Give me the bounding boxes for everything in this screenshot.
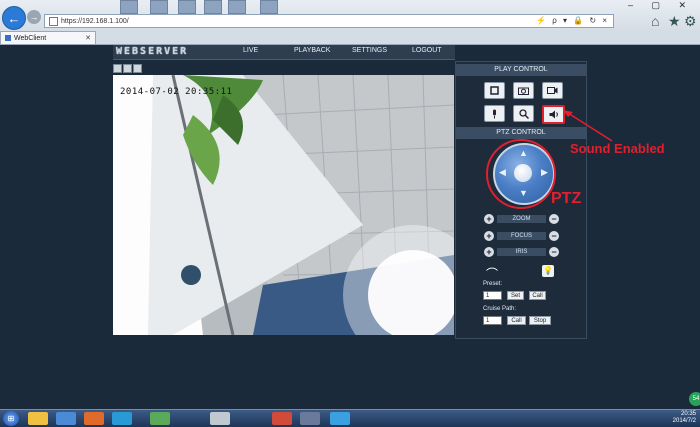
cruise-path-value: 1 bbox=[486, 318, 490, 324]
desktop-icon bbox=[120, 0, 138, 14]
iris-minus-button[interactable]: − bbox=[549, 247, 559, 257]
window-controls[interactable]: – ▢ ✕ bbox=[628, 0, 694, 11]
clock-time: 20:35 bbox=[680, 411, 696, 417]
windows-logo-icon: ⊞ bbox=[7, 414, 15, 423]
camera-icon bbox=[518, 87, 529, 95]
preset-input[interactable]: 1 bbox=[483, 291, 502, 300]
zoom-out-button[interactable]: − bbox=[549, 214, 559, 224]
pan-right-icon[interactable]: ▶ bbox=[541, 167, 548, 178]
taskbar-app-icon[interactable] bbox=[210, 412, 230, 425]
pan-up-icon[interactable]: ▲ bbox=[519, 148, 528, 158]
ptz-center-button[interactable] bbox=[514, 164, 532, 182]
taskbar-clock[interactable]: 20:35 2014/7/2 bbox=[673, 411, 696, 425]
url-text: https://192.168.1.100/ bbox=[61, 17, 129, 25]
brand-logo: WEBSERVER bbox=[116, 46, 189, 57]
cruise-stop-button[interactable]: Stop bbox=[529, 316, 551, 325]
start-button[interactable]: ⊞ bbox=[3, 411, 19, 426]
arrow-left-icon: ← bbox=[7, 10, 21, 26]
iris-control: + IRIS − bbox=[484, 247, 559, 258]
record-button[interactable] bbox=[542, 82, 563, 99]
camera-feed-image bbox=[113, 75, 454, 335]
tab-favicon-icon bbox=[5, 35, 11, 41]
tray-badge[interactable]: 54 bbox=[689, 392, 700, 406]
menu-playback[interactable]: PLAYBACK bbox=[294, 47, 330, 54]
layout-fit-icon[interactable] bbox=[123, 64, 132, 73]
desktop-icon bbox=[204, 0, 222, 14]
light-icon[interactable]: 💡 bbox=[542, 265, 554, 277]
microphone-icon bbox=[493, 109, 496, 118]
talk-button[interactable] bbox=[484, 105, 505, 122]
taskbar-app-icon[interactable] bbox=[272, 412, 292, 425]
arrow-right-icon: → bbox=[29, 12, 39, 22]
taskbar: ⊞ 20:35 2014/7/2 bbox=[0, 409, 700, 427]
tab-strip: WebClient ✕ bbox=[0, 30, 700, 45]
cruise-path-select[interactable]: 1 bbox=[483, 316, 502, 325]
app-header: WEBSERVER LIVE PLAYBACK SETTINGS LOGOUT bbox=[113, 45, 455, 60]
preset-set-button[interactable]: Set bbox=[507, 291, 524, 300]
stop-button[interactable] bbox=[484, 82, 505, 99]
taskbar-app-icon[interactable] bbox=[330, 412, 350, 425]
zoom-label: ZOOM bbox=[497, 215, 546, 223]
layout-single-icon[interactable] bbox=[113, 64, 122, 73]
menu-live[interactable]: LIVE bbox=[243, 47, 258, 54]
taskbar-app-icon[interactable] bbox=[300, 412, 320, 425]
focus-label: FOCUS bbox=[497, 232, 546, 240]
cruise-path-label: Cruise Path: bbox=[483, 306, 517, 312]
address-tools[interactable]: ⚡ ρ ▾ 🔒 ↻ × bbox=[536, 16, 609, 25]
home-icon[interactable]: ⌂ bbox=[651, 13, 659, 29]
taskbar-app-icon[interactable] bbox=[150, 412, 170, 425]
pan-left-icon[interactable]: ◀ bbox=[499, 167, 506, 178]
speaker-icon bbox=[549, 110, 558, 119]
record-icon bbox=[547, 87, 558, 94]
video-viewport[interactable]: 2014-07-02 20:35:11 bbox=[113, 75, 454, 335]
focus-plus-button[interactable]: + bbox=[484, 231, 494, 241]
desktop-icon bbox=[178, 0, 196, 14]
menu-settings[interactable]: SETTINGS bbox=[352, 47, 387, 54]
zoom-in-button[interactable]: + bbox=[484, 214, 494, 224]
browser-tab[interactable]: WebClient ✕ bbox=[0, 31, 96, 44]
taskbar-app-icon[interactable] bbox=[112, 412, 132, 425]
desktop-icon bbox=[150, 0, 168, 14]
cruise-call-button[interactable]: Call bbox=[507, 316, 526, 325]
magnifier-icon bbox=[518, 108, 529, 119]
menu-logout[interactable]: LOGOUT bbox=[412, 47, 442, 54]
ptz-direction-pad[interactable]: ▲ ▼ ◀ ▶ bbox=[493, 143, 555, 205]
gear-icon[interactable]: ⚙ bbox=[684, 13, 697, 30]
address-bar[interactable]: https://192.168.1.100/ ⚡ ρ ▾ 🔒 ↻ × bbox=[44, 14, 614, 28]
snapshot-button[interactable] bbox=[513, 82, 534, 99]
preset-label: Preset: bbox=[483, 281, 503, 287]
taskbar-app-icon[interactable] bbox=[28, 412, 48, 425]
zoom-control: + ZOOM − bbox=[484, 214, 559, 225]
taskbar-app-icon[interactable] bbox=[84, 412, 104, 425]
stop-icon bbox=[490, 86, 499, 95]
desktop-icons-strip bbox=[120, 0, 420, 14]
preset-call-button[interactable]: Call bbox=[529, 291, 546, 300]
tab-title: WebClient bbox=[14, 34, 47, 42]
iris-plus-button[interactable]: + bbox=[484, 247, 494, 257]
digital-zoom-button[interactable] bbox=[513, 105, 534, 122]
fullscreen-icon[interactable] bbox=[133, 64, 142, 73]
ptz-annotation: PTZ bbox=[551, 190, 582, 207]
video-toolbar bbox=[113, 64, 153, 73]
back-button[interactable]: ← bbox=[2, 6, 26, 30]
clock-date: 2014/7/2 bbox=[672, 418, 696, 424]
video-timestamp: 2014-07-02 20:35:11 bbox=[120, 87, 233, 97]
desktop-icon bbox=[260, 0, 278, 14]
star-icon[interactable]: ★ bbox=[668, 13, 681, 30]
iris-label: IRIS bbox=[497, 248, 546, 256]
sound-button[interactable] bbox=[542, 105, 565, 124]
taskbar-app-icon[interactable] bbox=[56, 412, 76, 425]
page-icon bbox=[49, 16, 58, 26]
focus-control: + FOCUS − bbox=[484, 231, 559, 242]
ptz-control-heading: PTZ CONTROL bbox=[456, 127, 586, 139]
forward-button[interactable]: → bbox=[27, 10, 41, 24]
sound-enabled-annotation: Sound Enabled bbox=[570, 141, 665, 156]
browser-toolbar: ← → https://192.168.1.100/ ⚡ ρ ▾ 🔒 ↻ × ⌂… bbox=[0, 0, 700, 31]
close-icon[interactable]: ✕ bbox=[85, 34, 91, 42]
play-control-heading: PLAY CONTROL bbox=[456, 64, 586, 76]
focus-minus-button[interactable]: − bbox=[549, 231, 559, 241]
pan-down-icon[interactable]: ▼ bbox=[519, 188, 528, 198]
desktop-icon bbox=[228, 0, 246, 14]
wiper-icon[interactable]: ⌒ bbox=[486, 265, 498, 282]
